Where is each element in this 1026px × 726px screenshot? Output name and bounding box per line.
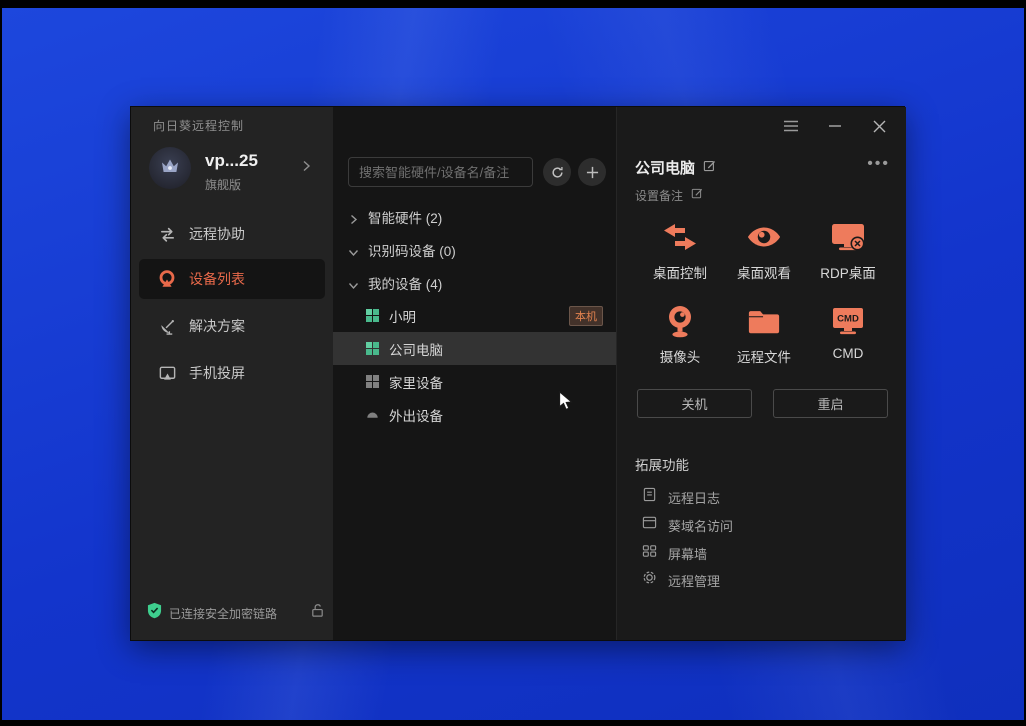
action-label: 桌面控制 <box>653 262 707 282</box>
action-camera[interactable]: 摄像头 <box>638 299 722 383</box>
action-label: 摄像头 <box>660 346 701 366</box>
action-desktop-view[interactable]: 桌面观看 <box>722 215 806 299</box>
device-list-icon <box>157 269 177 289</box>
edit-icon[interactable] <box>691 186 703 204</box>
group-my-devices[interactable]: 我的设备 (4) <box>333 267 616 299</box>
sidebar-item-device-list[interactable]: 设备列表 <box>139 259 325 299</box>
unlock-icon[interactable] <box>310 603 325 623</box>
app-window: 向日葵远程控制 vp...25 旗舰版 远程协助 <box>130 106 905 641</box>
restart-button[interactable]: 重启 <box>773 389 888 418</box>
shield-check-icon <box>147 602 162 624</box>
group-label: 智能硬件 (2) <box>368 207 442 227</box>
group-id-devices[interactable]: 识别码设备 (0) <box>333 234 616 266</box>
document-icon <box>642 487 657 507</box>
eye-icon <box>747 215 781 259</box>
shutdown-button[interactable]: 关机 <box>637 389 752 418</box>
search-input[interactable] <box>348 157 533 187</box>
group-smart-hardware[interactable]: 智能硬件 (2) <box>333 201 616 233</box>
action-rdp-desktop[interactable]: RDP桌面 <box>806 215 890 299</box>
edit-icon[interactable] <box>703 159 716 177</box>
windows-device-online-icon <box>366 342 379 355</box>
cmd-monitor-icon: CMD <box>830 299 866 343</box>
window-controls <box>780 115 890 137</box>
connection-status-text: 已连接安全加密链路 <box>169 605 303 622</box>
device-row[interactable]: 外出设备 <box>333 398 616 431</box>
connection-status: 已连接安全加密链路 <box>147 602 325 624</box>
ext-remote-logs[interactable]: 远程日志 <box>642 485 720 509</box>
ext-label: 葵域名访问 <box>668 516 733 535</box>
device-title: 公司电脑 <box>635 157 695 178</box>
device-row[interactable]: 家里设备 <box>333 365 616 398</box>
dome-device-offline-icon <box>366 410 379 419</box>
device-detail-panel: 公司电脑 ••• 设置备注 桌面控制 <box>616 107 906 640</box>
device-name: 外出设备 <box>389 405 616 425</box>
grid-icon <box>642 543 657 563</box>
browser-window-icon <box>642 515 657 535</box>
rdp-monitor-icon <box>830 215 866 259</box>
action-cmd[interactable]: CMD CMD <box>806 299 890 383</box>
add-device-button[interactable] <box>578 158 606 186</box>
windows-device-online-icon <box>366 309 379 322</box>
group-label: 识别码设备 (0) <box>368 240 456 260</box>
sidebar: 向日葵远程控制 vp...25 旗舰版 远程协助 <box>131 107 333 640</box>
ext-label: 屏幕墙 <box>668 544 707 563</box>
swap-arrows-solid-icon <box>662 215 698 259</box>
sidebar-item-solutions[interactable]: 解决方案 <box>139 306 325 346</box>
profile-name: vp...25 <box>205 151 258 171</box>
ext-domain-access[interactable]: 葵域名访问 <box>642 513 733 537</box>
chevron-right-icon <box>348 212 359 223</box>
swap-arrows-icon <box>157 224 177 244</box>
refresh-button[interactable] <box>543 158 571 186</box>
profile-tier: 旗舰版 <box>205 176 241 193</box>
ext-label: 远程日志 <box>668 488 720 507</box>
menu-icon[interactable] <box>780 115 802 137</box>
device-name: 家里设备 <box>389 372 616 392</box>
desktop-background: 向日葵远程控制 vp...25 旗舰版 远程协助 <box>2 8 1024 720</box>
device-name: 小明 <box>389 306 559 326</box>
remark-label: 设置备注 <box>635 187 683 204</box>
windows-device-offline-icon <box>366 375 379 388</box>
satellite-dish-icon <box>157 316 177 336</box>
ext-screen-wall[interactable]: 屏幕墙 <box>642 541 707 565</box>
sidebar-item-remote-assist[interactable]: 远程协助 <box>139 214 325 254</box>
close-icon[interactable] <box>868 115 890 137</box>
device-row[interactable]: 小明 本机 <box>333 299 616 332</box>
sidebar-item-label: 设备列表 <box>189 269 245 289</box>
action-label: CMD <box>833 346 864 361</box>
device-list-panel: 智能硬件 (2) 识别码设备 (0) 我的设备 (4) 小明 本机 <box>333 107 616 640</box>
sidebar-item-label: 解决方案 <box>189 316 245 336</box>
chevron-right-icon[interactable] <box>299 159 313 173</box>
action-remote-files[interactable]: 远程文件 <box>722 299 806 383</box>
ext-remote-manage[interactable]: 远程管理 <box>642 568 720 592</box>
local-machine-badge: 本机 <box>569 306 603 326</box>
device-row-selected[interactable]: 公司电脑 <box>333 332 616 365</box>
chevron-down-icon <box>348 245 359 256</box>
avatar[interactable] <box>149 147 191 189</box>
screen-cast-icon <box>157 363 177 383</box>
svg-text:CMD: CMD <box>837 314 859 325</box>
chevron-down-icon <box>348 278 359 289</box>
device-name: 公司电脑 <box>389 339 616 359</box>
sidebar-item-label: 手机投屏 <box>189 363 245 383</box>
sidebar-item-label: 远程协助 <box>189 224 245 244</box>
action-label: 远程文件 <box>737 346 791 366</box>
more-options-button[interactable]: ••• <box>867 155 890 173</box>
action-label: 桌面观看 <box>737 262 791 282</box>
sidebar-item-screen-mirror[interactable]: 手机投屏 <box>139 353 325 393</box>
crown-icon <box>158 154 182 183</box>
action-desktop-control[interactable]: 桌面控制 <box>638 215 722 299</box>
webcam-icon <box>666 299 694 343</box>
action-grid: 桌面控制 桌面观看 RDP桌面 <box>638 215 890 383</box>
app-title: 向日葵远程控制 <box>153 117 244 134</box>
ext-label: 远程管理 <box>668 571 720 590</box>
gear-icon <box>642 570 657 590</box>
extensions-title: 拓展功能 <box>635 454 689 474</box>
minimize-icon[interactable] <box>824 115 846 137</box>
folder-icon <box>747 299 781 343</box>
action-label: RDP桌面 <box>820 262 876 282</box>
group-label: 我的设备 (4) <box>368 273 442 293</box>
